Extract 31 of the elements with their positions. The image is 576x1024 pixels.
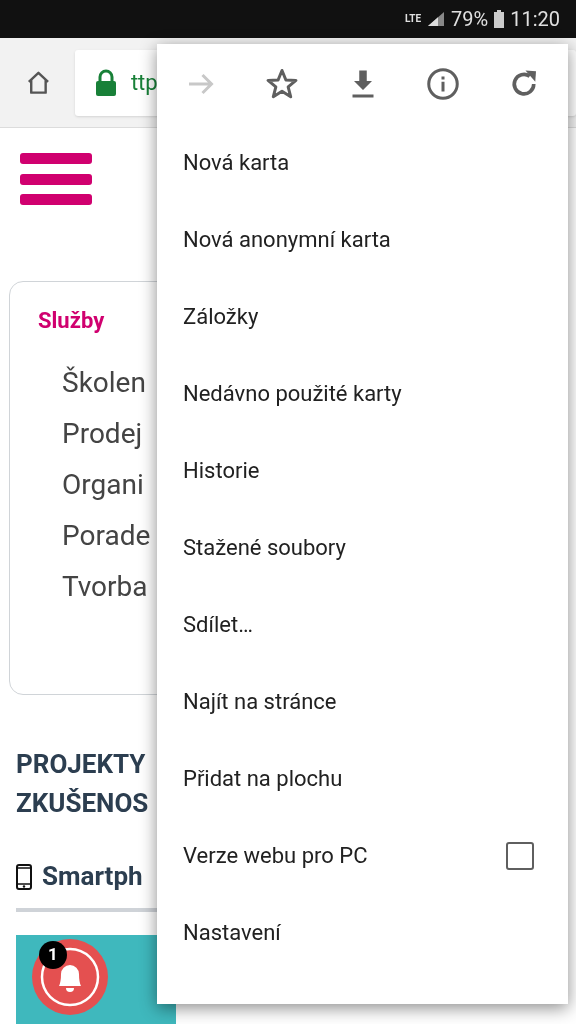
menu-item[interactable]: Verze webu pro PC: [183, 839, 368, 872]
service-link[interactable]: Porade: [62, 510, 151, 561]
menu-item[interactable]: Stažené soubory: [157, 509, 568, 586]
checkbox[interactable]: [506, 841, 534, 870]
service-link[interactable]: Prodej: [62, 408, 143, 459]
info-icon[interactable]: [425, 66, 462, 102]
menu-item[interactable]: Nedávno použité karty: [157, 355, 568, 432]
signal-icon: [427, 11, 446, 27]
service-link[interactable]: Školen: [62, 357, 146, 408]
battery-icon: [494, 10, 505, 28]
hamburger-menu-icon[interactable]: [20, 153, 92, 205]
menu-item[interactable]: Záložky: [157, 278, 568, 355]
service-link[interactable]: Tvorba: [62, 561, 148, 612]
network-type: LTE: [404, 14, 422, 24]
section-heading: PROJEKTY: [16, 748, 146, 781]
service-link[interactable]: Organi: [62, 459, 144, 510]
menu-item[interactable]: Nová anonymní karta: [157, 201, 568, 278]
menu-item[interactable]: Nová karta: [157, 124, 568, 201]
clock: 11:20: [510, 6, 560, 33]
menu-item[interactable]: Sdílet…: [157, 586, 568, 663]
smartphone-icon: [16, 863, 32, 890]
lock-icon: [94, 68, 117, 97]
battery-level: 79%: [451, 6, 489, 33]
subheading: Smartph: [42, 860, 143, 893]
menu-item[interactable]: Najít na stránce: [157, 663, 568, 740]
url-text[interactable]: ttp: [130, 66, 158, 99]
section-heading: ZKUŠENOS: [16, 787, 149, 820]
menu-item[interactable]: Historie: [157, 432, 568, 509]
menu-item[interactable]: Nastavení: [157, 894, 568, 971]
menu-item[interactable]: Přidat na plochu: [157, 740, 568, 817]
bell-icon: [39, 946, 101, 1008]
